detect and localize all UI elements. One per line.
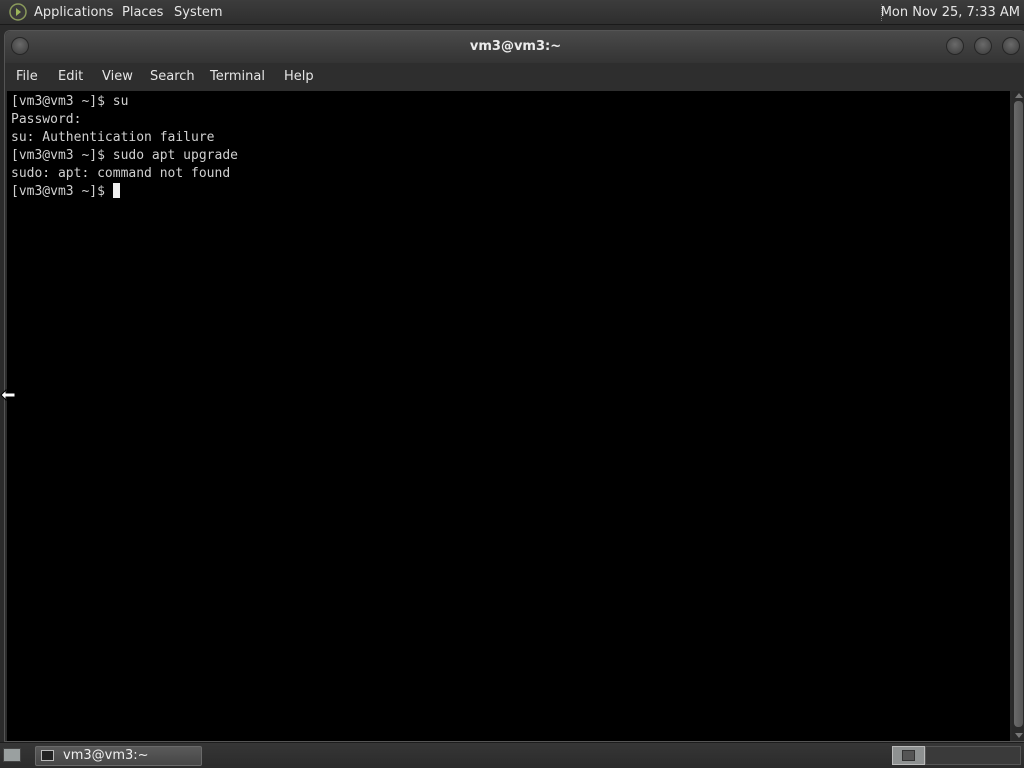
show-desktop-icon[interactable] — [3, 748, 21, 762]
terminal-prompt: [vm3@vm3 ~]$ — [11, 184, 113, 199]
terminal-area[interactable]: [vm3@vm3 ~]$ su Password: su: Authentica… — [7, 91, 1010, 741]
minimize-icon[interactable] — [946, 37, 964, 55]
terminal-line: [vm3@vm3 ~]$ sudo apt upgrade — [11, 148, 238, 163]
scroll-down-arrow-icon[interactable] — [1015, 733, 1023, 738]
bottom-panel: vm3@vm3:~ — [0, 742, 1024, 768]
terminal-icon — [41, 750, 54, 761]
applications-menu-icon[interactable] — [9, 3, 27, 21]
places-menu[interactable]: Places — [122, 4, 163, 21]
menubar: File Edit View Search Terminal Help — [5, 63, 1024, 91]
taskbar-window-label: vm3@vm3:~ — [63, 748, 149, 763]
terminal-line: [vm3@vm3 ~]$ su — [11, 94, 129, 109]
workspace-1[interactable] — [892, 746, 925, 765]
scroll-up-arrow-icon[interactable] — [1015, 93, 1023, 98]
menu-search[interactable]: Search — [150, 69, 195, 85]
menu-view[interactable]: View — [102, 69, 133, 85]
text-cursor — [112, 183, 120, 198]
maximize-icon[interactable] — [974, 37, 992, 55]
scrollbar-thumb[interactable] — [1014, 101, 1023, 727]
system-menu[interactable]: System — [174, 4, 222, 21]
terminal-prompt-line: [vm3@vm3 ~]$ — [11, 183, 120, 201]
top-panel: Applications Places System Mon Nov 25, 7… — [0, 0, 1024, 25]
menu-terminal[interactable]: Terminal — [210, 69, 265, 85]
menu-file[interactable]: File — [16, 69, 38, 85]
close-icon[interactable] — [1002, 37, 1020, 55]
menu-help[interactable]: Help — [284, 69, 314, 85]
terminal-line: sudo: apt: command not found — [11, 166, 231, 181]
terminal-line: Password: — [11, 112, 82, 127]
workspace-window-icon — [902, 750, 915, 761]
terminal-window: vm3@vm3:~ File Edit View Search Terminal… — [4, 30, 1024, 742]
menu-edit[interactable]: Edit — [58, 69, 83, 85]
workspace-2[interactable] — [925, 746, 1021, 765]
taskbar-window-button[interactable]: vm3@vm3:~ — [35, 746, 202, 766]
scrollbar[interactable] — [1012, 91, 1024, 741]
resize-horizontal-pointer-icon — [0, 389, 16, 401]
window-title: vm3@vm3:~ — [469, 39, 562, 54]
clock[interactable]: Mon Nov 25, 7:33 AM — [881, 4, 1020, 21]
window-titlebar[interactable]: vm3@vm3:~ — [5, 31, 1024, 63]
applications-menu[interactable]: Applications — [34, 4, 113, 21]
terminal-line: su: Authentication failure — [11, 130, 215, 145]
